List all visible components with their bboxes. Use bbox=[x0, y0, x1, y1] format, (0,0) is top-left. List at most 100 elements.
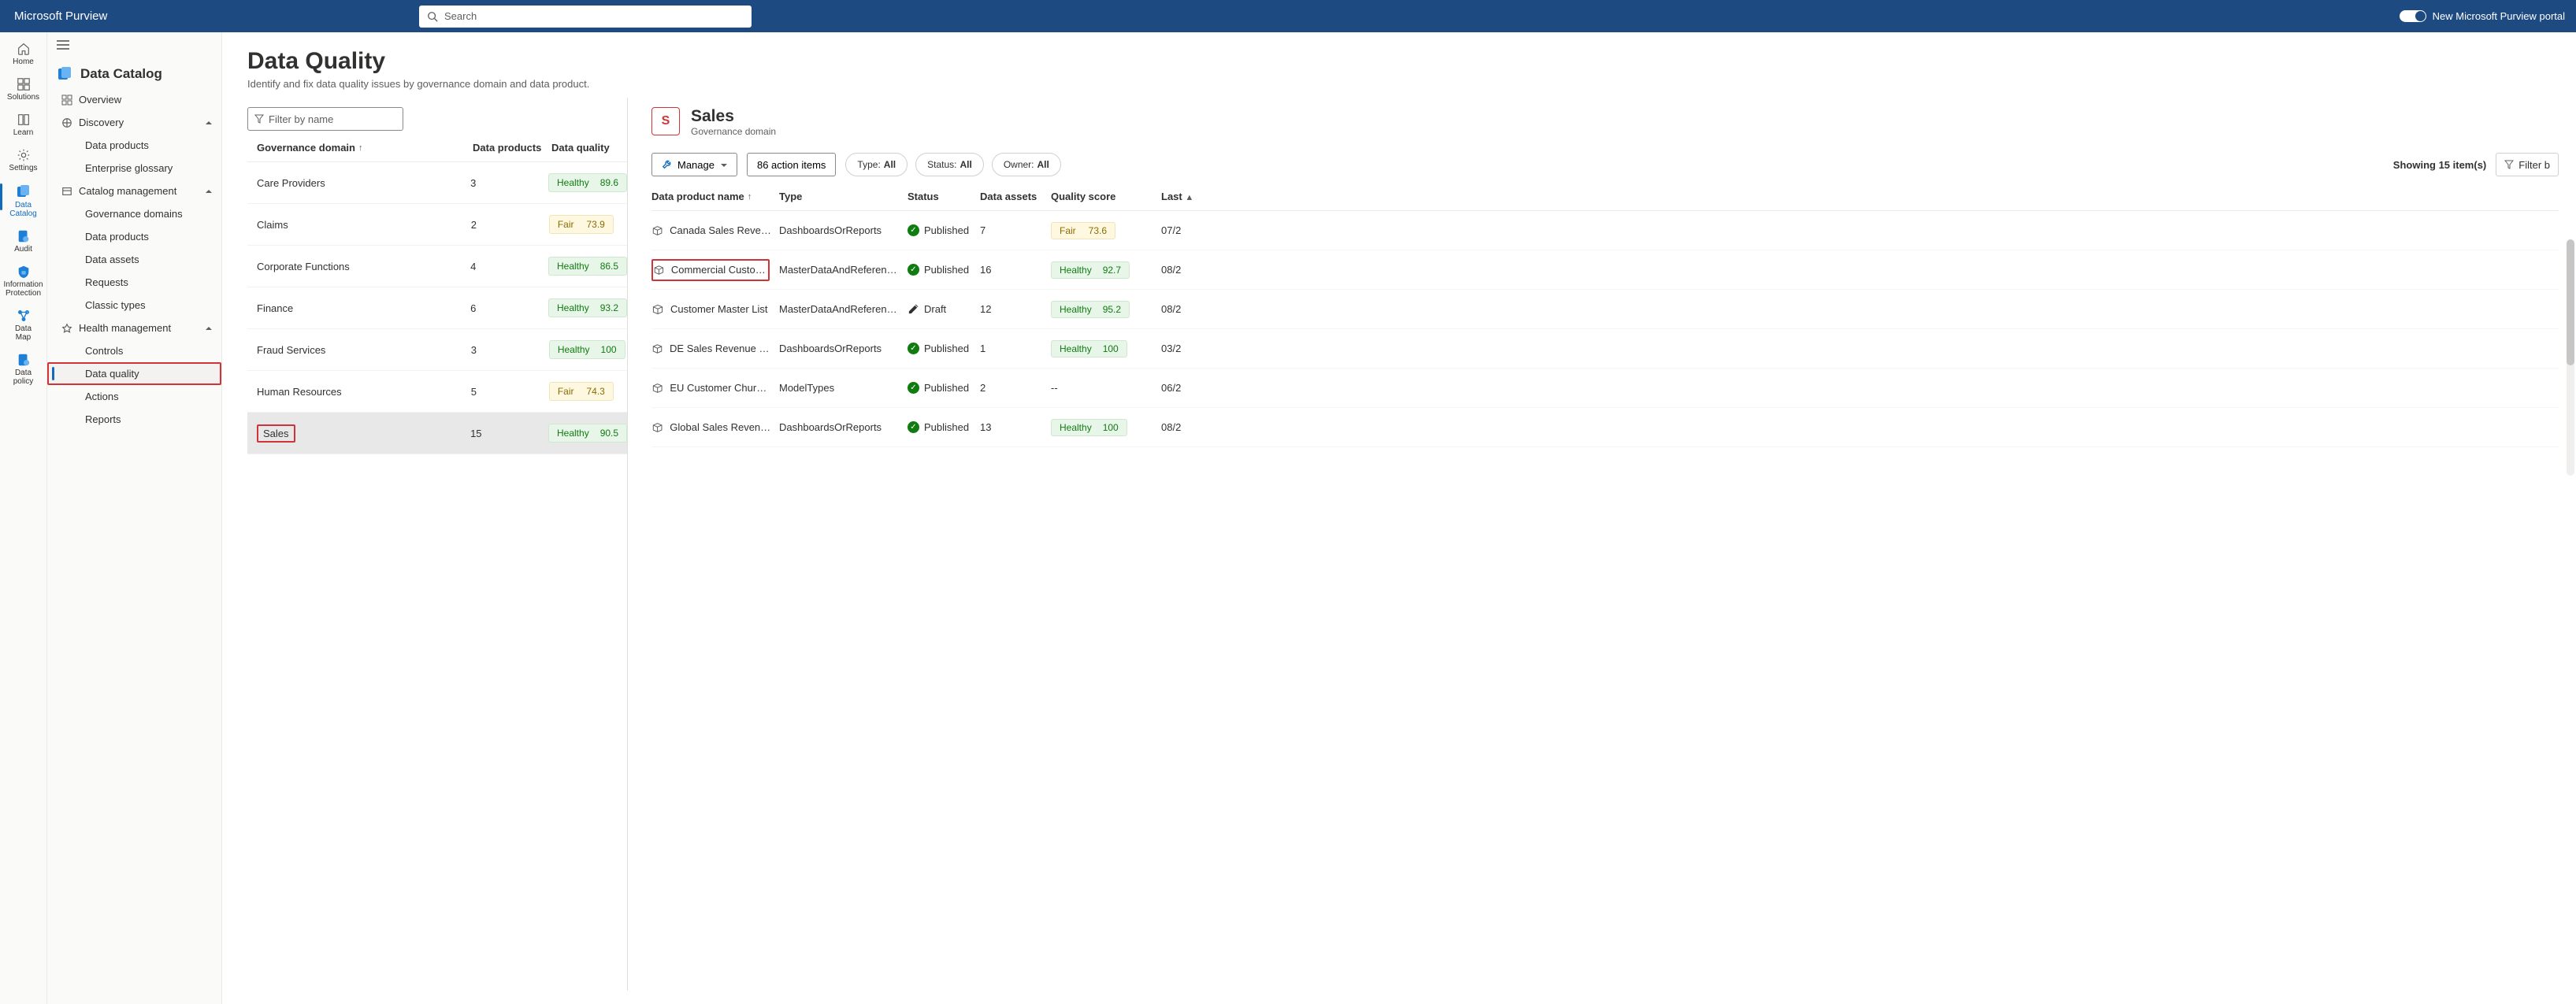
page-title: Data Quality bbox=[247, 48, 2551, 75]
scrollbar-thumb[interactable] bbox=[2567, 239, 2574, 365]
search-placeholder: Search bbox=[444, 10, 477, 22]
quality-pill: Healthy86.5 bbox=[548, 257, 627, 276]
sidebar-item-governance-domains[interactable]: Governance domains bbox=[47, 202, 221, 225]
product-row[interactable]: Canada Sales Reven…DashboardsOrReports✓P… bbox=[651, 211, 2559, 250]
quality-pill: Fair74.3 bbox=[549, 382, 614, 401]
detail-pane: S Sales Governance domain Manage 86 acti… bbox=[627, 98, 2576, 991]
sidebar-item-data-quality[interactable]: Data quality bbox=[47, 362, 221, 385]
catalog-icon bbox=[57, 66, 72, 82]
chevron-down-icon bbox=[719, 159, 727, 171]
search-icon bbox=[427, 11, 438, 22]
domain-initial-badge: S bbox=[651, 107, 680, 135]
chevron-up-icon bbox=[204, 117, 212, 128]
sidebar-item-requests[interactable]: Requests bbox=[47, 271, 221, 294]
quality-pill: Healthy92.7 bbox=[1051, 261, 1130, 279]
main-content: Data Quality Identify and fix data quali… bbox=[222, 32, 2576, 1004]
sidebar-item-data-products[interactable]: Data products bbox=[47, 225, 221, 248]
check-icon: ✓ bbox=[908, 224, 919, 236]
global-search[interactable]: Search bbox=[419, 6, 752, 28]
quality-pill: Healthy90.5 bbox=[548, 424, 627, 443]
filter-button[interactable]: Filter b bbox=[2496, 153, 2559, 176]
sort-asc-icon: ↑ bbox=[358, 143, 363, 153]
domain-row-human-resources[interactable]: Human Resources5Fair74.3 bbox=[247, 371, 627, 413]
domain-row-fraud-services[interactable]: Fraud Services3Healthy100 bbox=[247, 329, 627, 371]
rail-item-settings[interactable]: Settings bbox=[0, 143, 47, 179]
domain-row-claims[interactable]: Claims2Fair73.9 bbox=[247, 204, 627, 246]
col-status[interactable]: Status bbox=[908, 191, 980, 202]
product-row[interactable]: Customer Master ListMasterDataAndReferen… bbox=[651, 290, 2559, 329]
sidebar-item-data-products[interactable]: Data products bbox=[47, 134, 221, 157]
col-last[interactable]: Last ▲ bbox=[1161, 191, 1208, 202]
sidebar-item-data-assets[interactable]: Data assets bbox=[47, 248, 221, 271]
chevron-up-icon bbox=[204, 322, 212, 334]
sort-indicator-icon: ▲ bbox=[1185, 193, 1193, 202]
domain-row-finance[interactable]: Finance6Healthy93.2 bbox=[247, 287, 627, 329]
rail-item-data-catalog[interactable]: DataCatalog bbox=[0, 179, 47, 224]
page-subtitle: Identify and fix data quality issues by … bbox=[247, 78, 2551, 90]
manage-button[interactable]: Manage bbox=[651, 153, 737, 176]
col-data-assets[interactable]: Data assets bbox=[980, 191, 1051, 202]
col-product-name[interactable]: Data product name ↑ bbox=[651, 191, 779, 202]
rail-item-solutions[interactable]: Solutions bbox=[0, 72, 47, 108]
check-icon: ✓ bbox=[908, 264, 919, 276]
filter-by-name-input[interactable]: Filter by name bbox=[247, 107, 403, 131]
showing-count: Showing 15 item(s) bbox=[2393, 159, 2486, 171]
rail-item-data-policy[interactable]: Datapolicy bbox=[0, 348, 47, 392]
action-items-button[interactable]: 86 action items bbox=[747, 153, 836, 176]
product-row[interactable]: Global Sales Revenu…DashboardsOrReports✓… bbox=[651, 408, 2559, 447]
rail-item-learn[interactable]: Learn bbox=[0, 108, 47, 143]
rail-item-information-protection[interactable]: InformationProtection bbox=[0, 260, 47, 304]
product-table-header: Data product name ↑ Type Status Data ass… bbox=[651, 176, 2559, 211]
check-icon: ✓ bbox=[908, 421, 919, 433]
sidebar-title-row: Data Catalog bbox=[47, 60, 221, 88]
filter-chip-type[interactable]: Type: All bbox=[845, 153, 908, 176]
hamburger-icon[interactable] bbox=[47, 32, 221, 60]
col-data-quality[interactable]: Data quality bbox=[551, 142, 622, 154]
sort-asc-icon: ↑ bbox=[748, 192, 752, 202]
domain-row-corporate-functions[interactable]: Corporate Functions4Healthy86.5 bbox=[247, 246, 627, 287]
detail-title: Sales bbox=[691, 107, 776, 126]
sidebar-group-health-management[interactable]: Health management bbox=[47, 317, 221, 339]
domain-row-care-providers[interactable]: Care Providers3Healthy89.6 bbox=[247, 162, 627, 204]
page-header: Data Quality Identify and fix data quali… bbox=[222, 32, 2576, 98]
sidebar-item-reports[interactable]: Reports bbox=[47, 408, 221, 431]
sidebar: Data Catalog Overview DiscoveryData prod… bbox=[47, 32, 222, 1004]
col-quality-score[interactable]: Quality score bbox=[1051, 191, 1161, 202]
rail-item-home[interactable]: Home bbox=[0, 37, 47, 72]
quality-pill: Healthy95.2 bbox=[1051, 301, 1130, 318]
sidebar-item-controls[interactable]: Controls bbox=[47, 339, 221, 362]
filter-chip-status[interactable]: Status: All bbox=[915, 153, 984, 176]
nav-rail: HomeSolutionsLearnSettingsDataCatalogAud… bbox=[0, 32, 47, 1004]
rail-item-data-map[interactable]: DataMap bbox=[0, 304, 47, 348]
quality-pill: Healthy89.6 bbox=[548, 173, 627, 192]
filter-chip-owner[interactable]: Owner: All bbox=[992, 153, 1061, 176]
quality-pill: Fair73.6 bbox=[1051, 222, 1115, 239]
filter-icon bbox=[2504, 160, 2514, 169]
sidebar-overview[interactable]: Overview bbox=[47, 88, 221, 111]
col-type[interactable]: Type bbox=[779, 191, 908, 202]
col-data-products[interactable]: Data products bbox=[473, 142, 551, 154]
grid-icon bbox=[58, 94, 76, 106]
chevron-up-icon bbox=[204, 185, 212, 197]
domain-row-sales[interactable]: Sales15Healthy90.5 bbox=[247, 413, 627, 454]
product-row[interactable]: EU Customer Churn …ModelTypes✓Published2… bbox=[651, 369, 2559, 408]
sidebar-item-enterprise-glossary[interactable]: Enterprise glossary bbox=[47, 157, 221, 180]
portal-toggle-label: New Microsoft Purview portal bbox=[2433, 10, 2565, 22]
sidebar-item-classic-types[interactable]: Classic types bbox=[47, 294, 221, 317]
product-row[interactable]: Commercial Custom…MasterDataAndReferen…✓… bbox=[651, 250, 2559, 290]
sidebar-group-catalog-management[interactable]: Catalog management bbox=[47, 180, 221, 202]
detail-subtitle: Governance domain bbox=[691, 126, 776, 137]
brand-title: Microsoft Purview bbox=[0, 9, 419, 23]
filter-icon bbox=[254, 114, 264, 124]
sidebar-title: Data Catalog bbox=[80, 66, 162, 82]
col-governance-domain[interactable]: Governance domain ↑ bbox=[257, 142, 473, 154]
portal-toggle[interactable] bbox=[2400, 10, 2426, 22]
rail-item-audit[interactable]: Audit bbox=[0, 224, 47, 260]
check-icon: ✓ bbox=[908, 343, 919, 354]
quality-pill: Healthy100 bbox=[1051, 419, 1127, 436]
sidebar-group-discovery[interactable]: Discovery bbox=[47, 111, 221, 134]
vertical-scrollbar[interactable] bbox=[2567, 239, 2574, 476]
domain-list-pane: Filter by name Governance domain ↑ Data … bbox=[222, 98, 627, 991]
sidebar-item-actions[interactable]: Actions bbox=[47, 385, 221, 408]
product-row[interactable]: DE Sales Revenue In…DashboardsOrReports✓… bbox=[651, 329, 2559, 369]
